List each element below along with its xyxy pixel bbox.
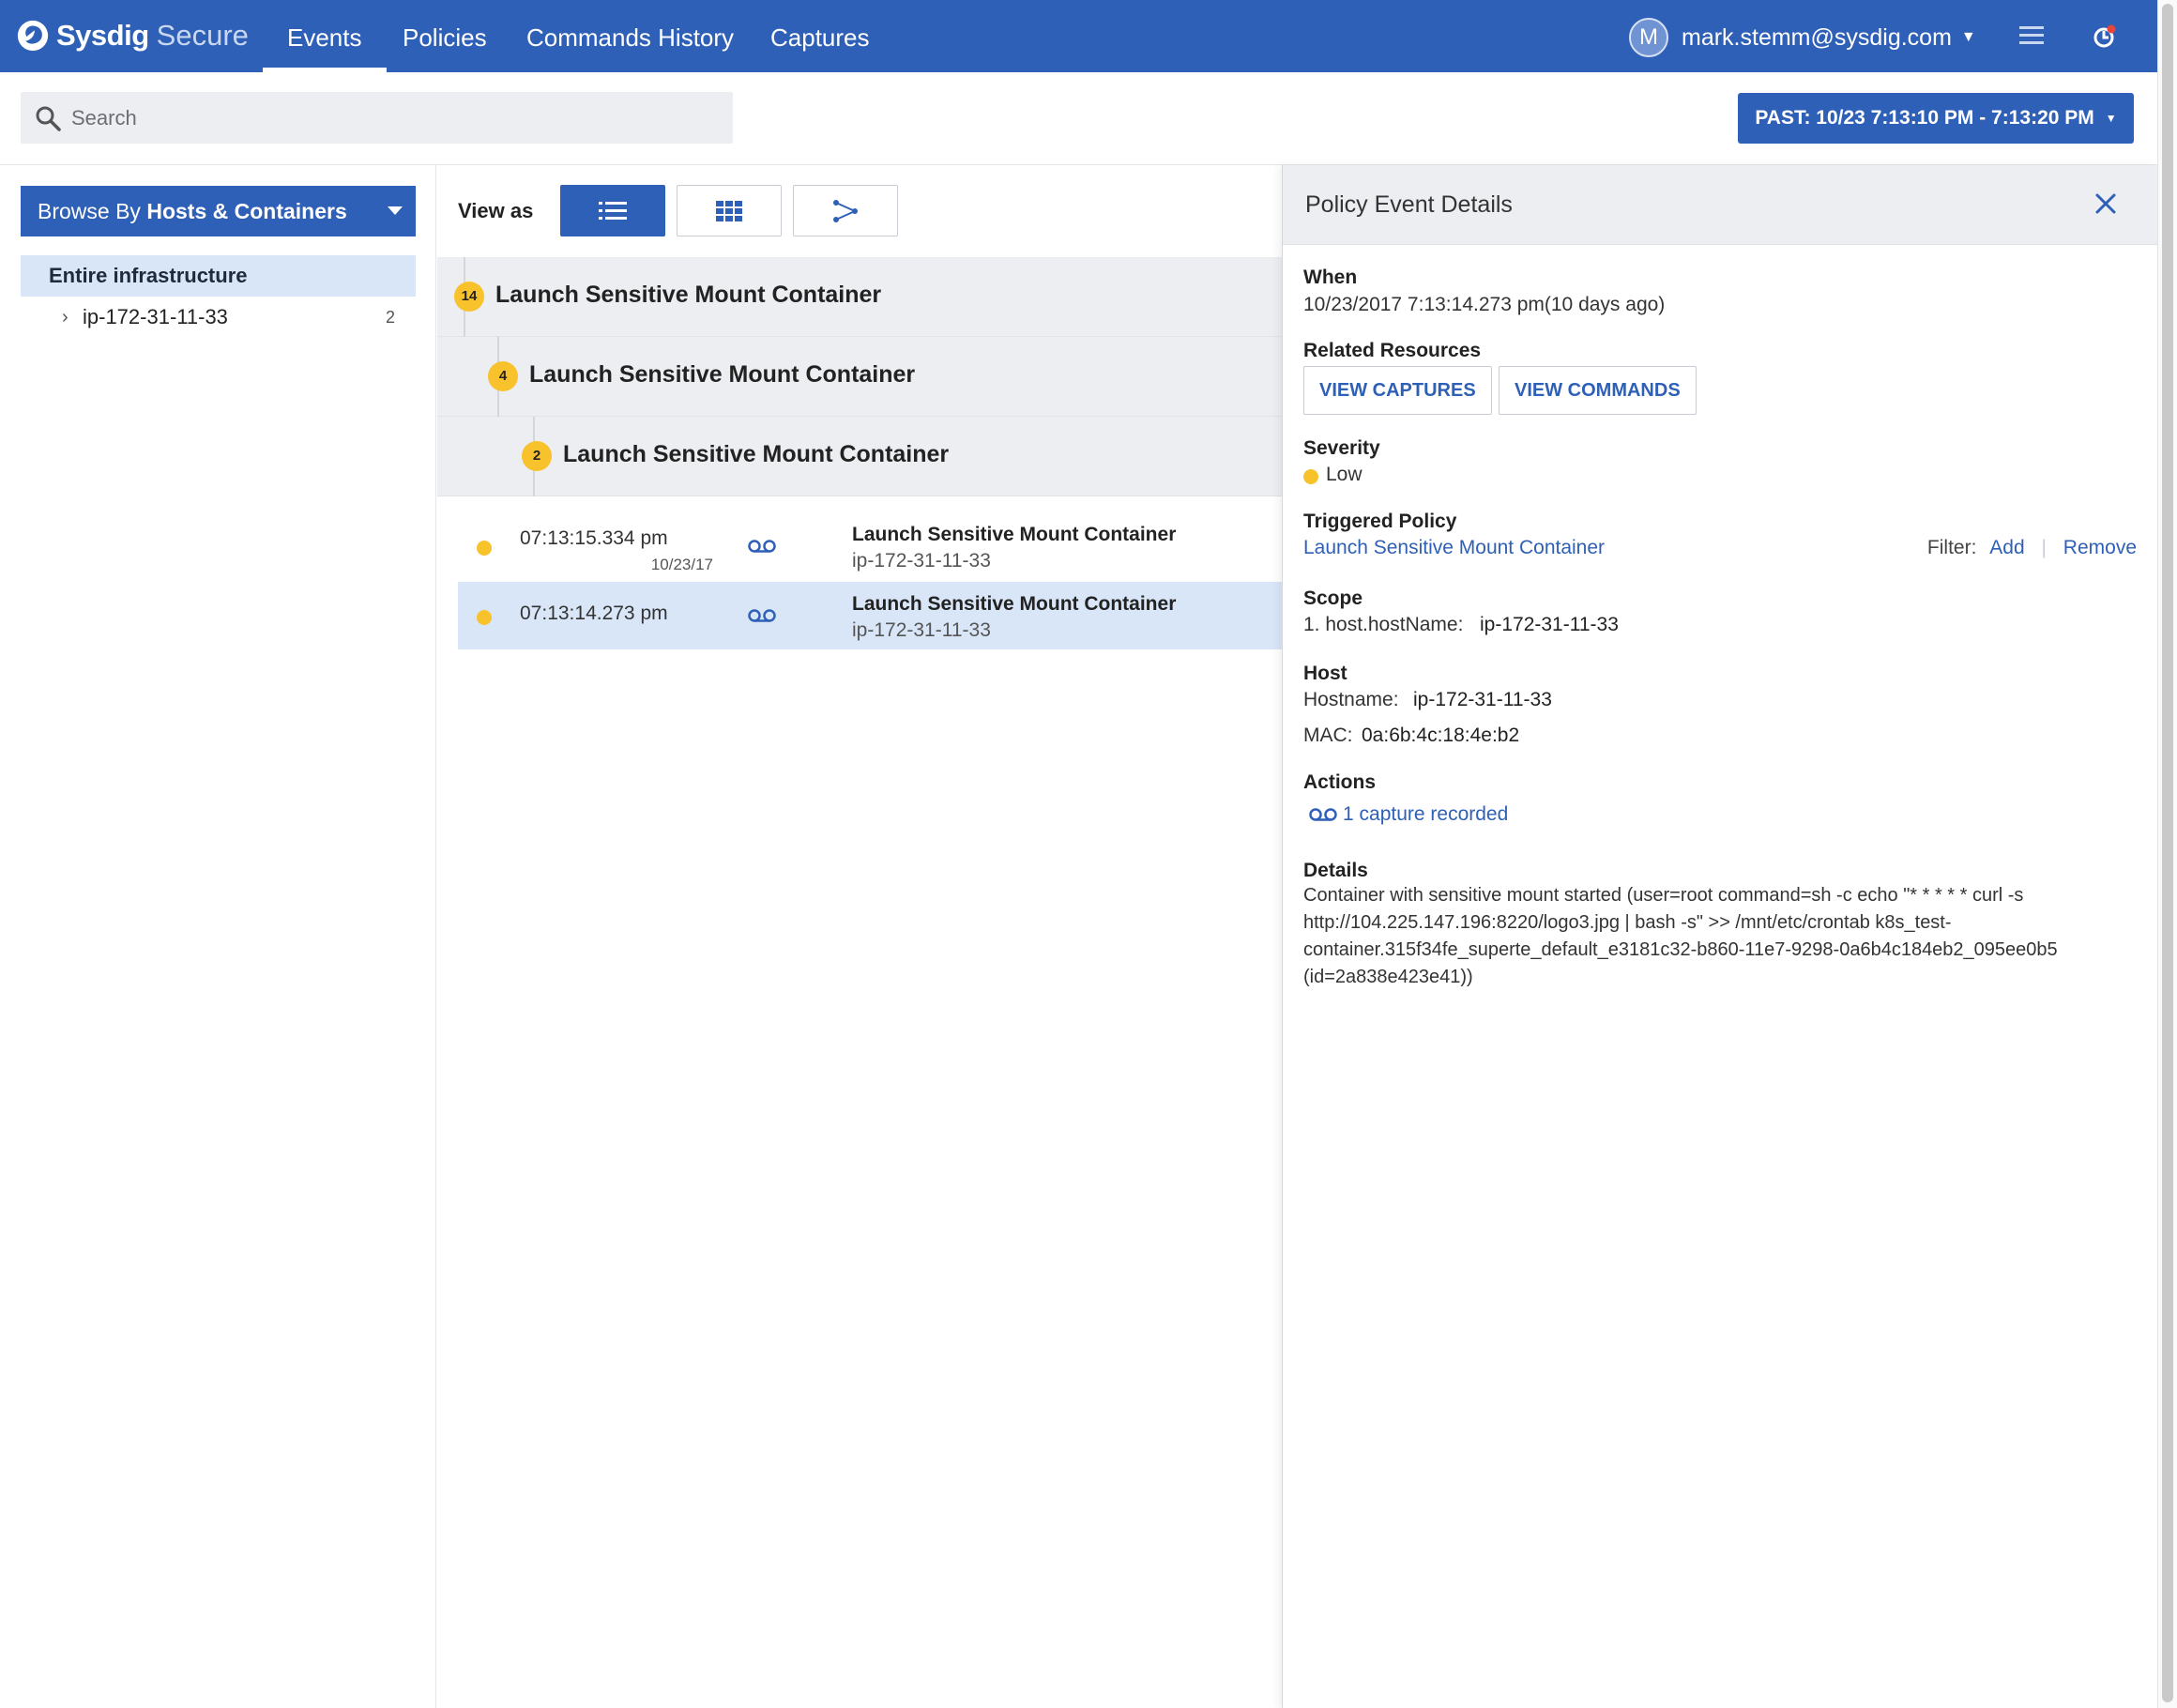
notifications-icon[interactable] — [2091, 23, 2119, 51]
tab-commands-history[interactable]: Commands History — [526, 0, 734, 72]
when-label: When — [1303, 267, 1358, 288]
event-title: Launch Sensitive Mount Container — [852, 524, 1177, 545]
grid-icon — [716, 200, 742, 221]
hostname-key: Hostname: — [1303, 689, 1399, 710]
event-time: 07:13:14.273 pm — [520, 602, 668, 624]
graph-icon — [833, 199, 858, 222]
chevron-down-icon: ▼ — [2105, 112, 2117, 125]
tree-item-entire-infrastructure[interactable]: Entire infrastructure — [21, 255, 416, 297]
event-time: 07:13:15.334 pm — [520, 527, 668, 549]
tree-item-count: 2 — [385, 308, 395, 327]
close-icon[interactable] — [2090, 188, 2122, 220]
details-header: Policy Event Details — [1283, 165, 2157, 245]
triggered-policy-label: Triggered Policy — [1303, 511, 1457, 532]
chevron-right-icon[interactable]: › — [62, 297, 69, 338]
view-graph-button[interactable] — [793, 185, 898, 236]
sysdig-logo[interactable]: Sysdig Secure — [15, 17, 249, 54]
event-group-title: Launch Sensitive Mount Container — [495, 282, 882, 308]
separator: | — [2041, 537, 2047, 558]
when-value: 10/23/2017 7:13:14.273 pm(10 days ago) — [1303, 294, 1666, 315]
scope-value: ip-172-31-11-33 — [1480, 614, 1619, 635]
tab-policies[interactable]: Policies — [403, 0, 487, 72]
details-title: Policy Event Details — [1305, 191, 1513, 218]
event-group-title: Launch Sensitive Mount Container — [563, 441, 950, 467]
event-group[interactable]: 2 Launch Sensitive Mount Container — [437, 417, 1282, 496]
policy-event-details-panel: Policy Event Details When 10/23/2017 7:1… — [1282, 165, 2157, 1708]
capture-recorded-link[interactable]: 1 capture recorded — [1343, 803, 1508, 826]
top-navigation-bar: Sysdig Secure Events Policies Commands H… — [0, 0, 2157, 72]
severity-label: Severity — [1303, 437, 1380, 459]
details-text: Container with sensitive mount started (… — [1303, 885, 2058, 987]
scrollbar-thumb[interactable] — [2162, 4, 2173, 1702]
time-range-label: PAST: 10/23 7:13:10 PM - 7:13:20 PM — [1755, 107, 2094, 129]
search-box — [21, 92, 733, 144]
severity-low-dot — [477, 541, 492, 556]
tab-captures[interactable]: Captures — [770, 0, 870, 72]
events-panel: View as 14 Launch Sensitive Mount Contai… — [437, 165, 1282, 1708]
details-label: Details — [1303, 860, 1368, 881]
chevron-down-icon: ▼ — [1960, 29, 1976, 45]
user-menu[interactable]: M mark.stemm@sysdig.com ▼ — [1629, 17, 1976, 58]
severity-low-dot — [477, 610, 492, 625]
host-label: Host — [1303, 663, 1347, 684]
sidebar: Browse By Hosts & Containers Entire infr… — [0, 165, 436, 1708]
hostname-value: ip-172-31-11-33 — [1413, 689, 1552, 710]
event-group[interactable]: 4 Launch Sensitive Mount Container — [437, 337, 1282, 417]
capture-icon[interactable] — [747, 537, 777, 556]
time-range-button[interactable]: PAST: 10/23 7:13:10 PM - 7:13:20 PM ▼ — [1738, 93, 2134, 144]
browse-by-dropdown[interactable]: Browse By Hosts & Containers — [21, 186, 416, 236]
page-scrollbar[interactable] — [2157, 0, 2177, 1708]
event-date: 10/23/17 — [650, 556, 713, 573]
triggered-policy-link[interactable]: Launch Sensitive Mount Container — [1303, 537, 1605, 559]
scope-label: Scope — [1303, 587, 1363, 609]
event-host: ip-172-31-11-33 — [852, 550, 991, 572]
list-icon — [599, 201, 627, 220]
event-count-badge: 14 — [454, 282, 484, 312]
actions-label: Actions — [1303, 771, 1377, 793]
scope-key: 1. host.hostName: — [1303, 614, 1464, 635]
browse-by-prefix: Browse By — [38, 199, 141, 223]
app-window: Sysdig Secure Events Policies Commands H… — [0, 0, 2157, 1708]
severity-low-dot — [1303, 469, 1318, 484]
filter-remove-link[interactable]: Remove — [2063, 537, 2137, 558]
related-resources-label: Related Resources — [1303, 340, 1482, 361]
event-host: ip-172-31-11-33 — [852, 619, 991, 641]
event-count-badge: 2 — [522, 441, 552, 471]
product-name: Secure — [156, 19, 249, 52]
event-title: Launch Sensitive Mount Container — [852, 593, 1177, 615]
dropdown-caret-icon — [388, 206, 403, 215]
avatar: M — [1629, 18, 1668, 57]
user-email: mark.stemm@sysdig.com — [1682, 23, 1952, 51]
event-group[interactable]: 14 Launch Sensitive Mount Container — [437, 257, 1282, 337]
tab-events[interactable]: Events — [263, 0, 386, 72]
event-group-title: Launch Sensitive Mount Container — [529, 361, 916, 388]
mac-key: MAC: — [1303, 724, 1353, 746]
event-row-selected[interactable]: 07:13:14.273 pm Launch Sensitive Mount C… — [458, 582, 1282, 649]
browse-by-value: Hosts & Containers — [146, 199, 347, 223]
search-input[interactable] — [71, 92, 719, 144]
search-icon — [36, 106, 61, 131]
tree-item-host[interactable]: › ip-172-31-11-33 2 — [21, 297, 416, 338]
view-as-label: View as — [458, 199, 534, 222]
view-commands-button[interactable]: VIEW COMMANDS — [1499, 366, 1697, 415]
capture-icon[interactable] — [747, 606, 777, 625]
mac-value: 0a:6b:4c:18:4e:b2 — [1362, 724, 1520, 746]
view-list-button[interactable] — [560, 185, 665, 236]
brand-name: Sysdig — [56, 19, 149, 52]
filter-add-link[interactable]: Add — [1989, 537, 2024, 558]
event-row[interactable]: 07:13:15.334 pm 10/23/17 Launch Sensitiv… — [458, 512, 1282, 580]
event-count-badge: 4 — [488, 361, 518, 391]
capture-icon — [1309, 808, 1337, 821]
view-grid-button[interactable] — [677, 185, 782, 236]
filter-controls: Filter: Add | Remove — [1927, 537, 2137, 559]
severity-value: Low — [1326, 464, 1363, 485]
view-captures-button[interactable]: VIEW CAPTURES — [1303, 366, 1492, 415]
menu-icon[interactable] — [2019, 26, 2044, 47]
filter-label: Filter: — [1926, 537, 1977, 558]
sysdig-logo-icon — [17, 20, 49, 52]
tree-item-label: ip-172-31-11-33 — [83, 305, 228, 328]
